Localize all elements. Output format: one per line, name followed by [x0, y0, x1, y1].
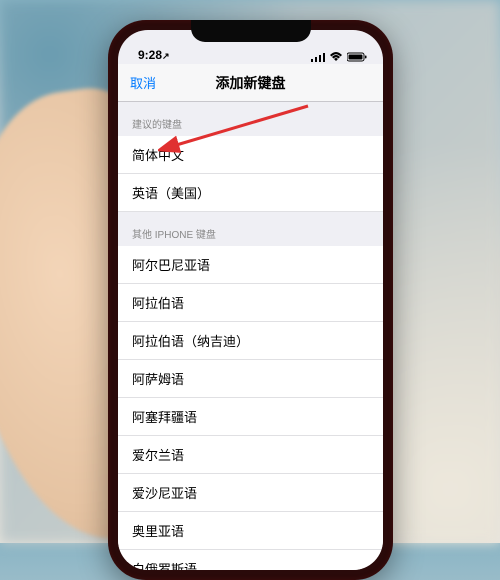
cancel-button[interactable]: 取消: [130, 73, 156, 92]
keyboard-row[interactable]: 阿萨姆语: [118, 360, 383, 398]
section-header-suggested: 建议的键盘: [118, 102, 383, 136]
keyboard-row[interactable]: 白俄罗斯语: [118, 550, 383, 570]
keyboard-row[interactable]: 阿拉伯语（纳吉迪）: [118, 322, 383, 360]
keyboard-row[interactable]: 阿塞拜疆语: [118, 398, 383, 436]
page-title: 添加新键盘: [216, 73, 286, 93]
battery-icon: [347, 52, 367, 62]
nav-bar: 取消 添加新键盘: [118, 64, 383, 102]
section-header-other: 其他 IPHONE 键盘: [118, 212, 383, 246]
keyboard-row-simplified-chinese[interactable]: 简体中文: [118, 136, 383, 174]
other-keyboards-section: 其他 IPHONE 键盘 阿尔巴尼亚语 阿拉伯语 阿拉伯语（纳吉迪） 阿萨姆语 …: [118, 212, 383, 570]
keyboard-row[interactable]: 阿尔巴尼亚语: [118, 246, 383, 284]
screen: 9:28↗ 取消 添加新键盘 建议的键盘 简体中文 英语（美国）: [118, 30, 383, 570]
notch: [191, 20, 311, 42]
iphone-device: 9:28↗ 取消 添加新键盘 建议的键盘 简体中文 英语（美国）: [108, 20, 393, 580]
suggested-keyboards-section: 建议的键盘 简体中文 英语（美国）: [118, 102, 383, 212]
keyboard-row[interactable]: 奥里亚语: [118, 512, 383, 550]
keyboard-row-english-us[interactable]: 英语（美国）: [118, 174, 383, 212]
signal-icon: [311, 52, 325, 62]
wifi-icon: [329, 52, 343, 62]
keyboard-row[interactable]: 阿拉伯语: [118, 284, 383, 322]
status-time: 9:28↗: [138, 48, 170, 62]
keyboard-row[interactable]: 爱尔兰语: [118, 436, 383, 474]
keyboard-row[interactable]: 爱沙尼亚语: [118, 474, 383, 512]
